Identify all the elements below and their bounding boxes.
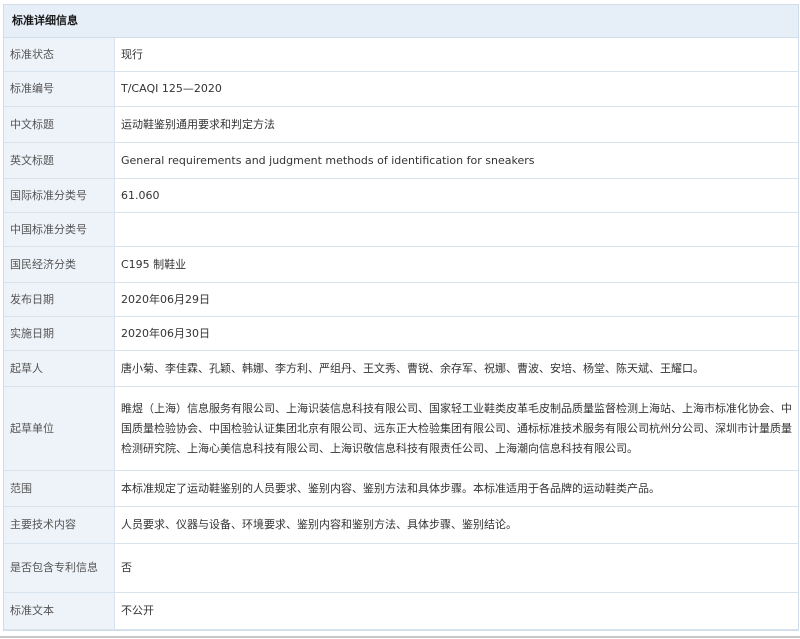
table-row: 英文标题 General requirements and judgment m… bbox=[4, 142, 798, 179]
row-label-cn-title: 中文标题 bbox=[4, 106, 115, 143]
row-label-economy: 国民经济分类 bbox=[4, 246, 115, 283]
row-label-en-title: 英文标题 bbox=[4, 142, 115, 179]
row-label-ccs: 中国标准分类号 bbox=[4, 212, 115, 247]
table-row: 国民经济分类 C195 制鞋业 bbox=[4, 246, 798, 283]
table-row: 起草单位 睢煜（上海）信息服务有限公司、上海识装信息科技有限公司、国家轻工业鞋类… bbox=[4, 386, 798, 471]
row-value-ccs bbox=[114, 212, 798, 247]
bottom-divider bbox=[0, 636, 800, 638]
row-label-scope: 范围 bbox=[4, 470, 115, 507]
row-value-drafters: 唐小菊、李佳霖、孔颖、韩娜、李方利、严组丹、王文秀、曹锐、余存军、祝娜、曹波、安… bbox=[114, 350, 798, 387]
table-row: 标准文本 不公开 bbox=[4, 592, 798, 630]
row-label-publish-date: 发布日期 bbox=[4, 282, 115, 317]
row-value-tech-content: 人员要求、仪器与设备、环境要求、鉴别内容和鉴别方法、具体步骤、鉴别结论。 bbox=[114, 506, 798, 544]
row-value-patent: 否 bbox=[114, 543, 798, 593]
row-label-patent: 是否包含专利信息 bbox=[4, 543, 115, 593]
row-label-number: 标准编号 bbox=[4, 71, 115, 107]
table-row: 标准状态 现行 bbox=[4, 38, 798, 72]
table-row: 是否包含专利信息 否 bbox=[4, 543, 798, 593]
row-label-text: 标准文本 bbox=[4, 592, 115, 630]
row-value-number: T/CAQI 125—2020 bbox=[114, 71, 798, 107]
row-label-ics: 国际标准分类号 bbox=[4, 178, 115, 213]
row-value-status: 现行 bbox=[114, 38, 798, 72]
row-label-status: 标准状态 bbox=[4, 38, 115, 72]
row-label-effective-date: 实施日期 bbox=[4, 316, 115, 351]
row-value-text: 不公开 bbox=[114, 592, 798, 630]
row-value-en-title: General requirements and judgment method… bbox=[114, 142, 798, 179]
panel-title: 标准详细信息 bbox=[4, 5, 798, 38]
row-value-cn-title: 运动鞋鉴别通用要求和判定方法 bbox=[114, 106, 798, 143]
row-label-organizations: 起草单位 bbox=[4, 386, 115, 471]
row-value-publish-date: 2020年06月29日 bbox=[114, 282, 798, 317]
row-label-tech-content: 主要技术内容 bbox=[4, 506, 115, 544]
table-row: 国际标准分类号 61.060 bbox=[4, 178, 798, 213]
standard-detail-panel: 标准详细信息 标准状态 现行 标准编号 T/CAQI 125—2020 中文标题… bbox=[3, 4, 799, 631]
table-row: 中国标准分类号 bbox=[4, 212, 798, 247]
table-row: 范围 本标准规定了运动鞋鉴别的人员要求、鉴别内容、鉴别方法和具体步骤。本标准适用… bbox=[4, 470, 798, 507]
table-row: 中文标题 运动鞋鉴别通用要求和判定方法 bbox=[4, 106, 798, 143]
table-row: 起草人 唐小菊、李佳霖、孔颖、韩娜、李方利、严组丹、王文秀、曹锐、余存军、祝娜、… bbox=[4, 350, 798, 387]
row-label-drafters: 起草人 bbox=[4, 350, 115, 387]
row-value-ics: 61.060 bbox=[114, 178, 798, 213]
row-value-scope: 本标准规定了运动鞋鉴别的人员要求、鉴别内容、鉴别方法和具体步骤。本标准适用于各品… bbox=[114, 470, 798, 507]
table-row: 发布日期 2020年06月29日 bbox=[4, 282, 798, 317]
table-row: 主要技术内容 人员要求、仪器与设备、环境要求、鉴别内容和鉴别方法、具体步骤、鉴别… bbox=[4, 506, 798, 544]
row-value-organizations: 睢煜（上海）信息服务有限公司、上海识装信息科技有限公司、国家轻工业鞋类皮革毛皮制… bbox=[114, 386, 798, 471]
detail-table: 标准状态 现行 标准编号 T/CAQI 125—2020 中文标题 运动鞋鉴别通… bbox=[4, 38, 798, 630]
table-row: 标准编号 T/CAQI 125—2020 bbox=[4, 71, 798, 107]
row-value-economy: C195 制鞋业 bbox=[114, 246, 798, 283]
table-row: 实施日期 2020年06月30日 bbox=[4, 316, 798, 351]
row-value-effective-date: 2020年06月30日 bbox=[114, 316, 798, 351]
